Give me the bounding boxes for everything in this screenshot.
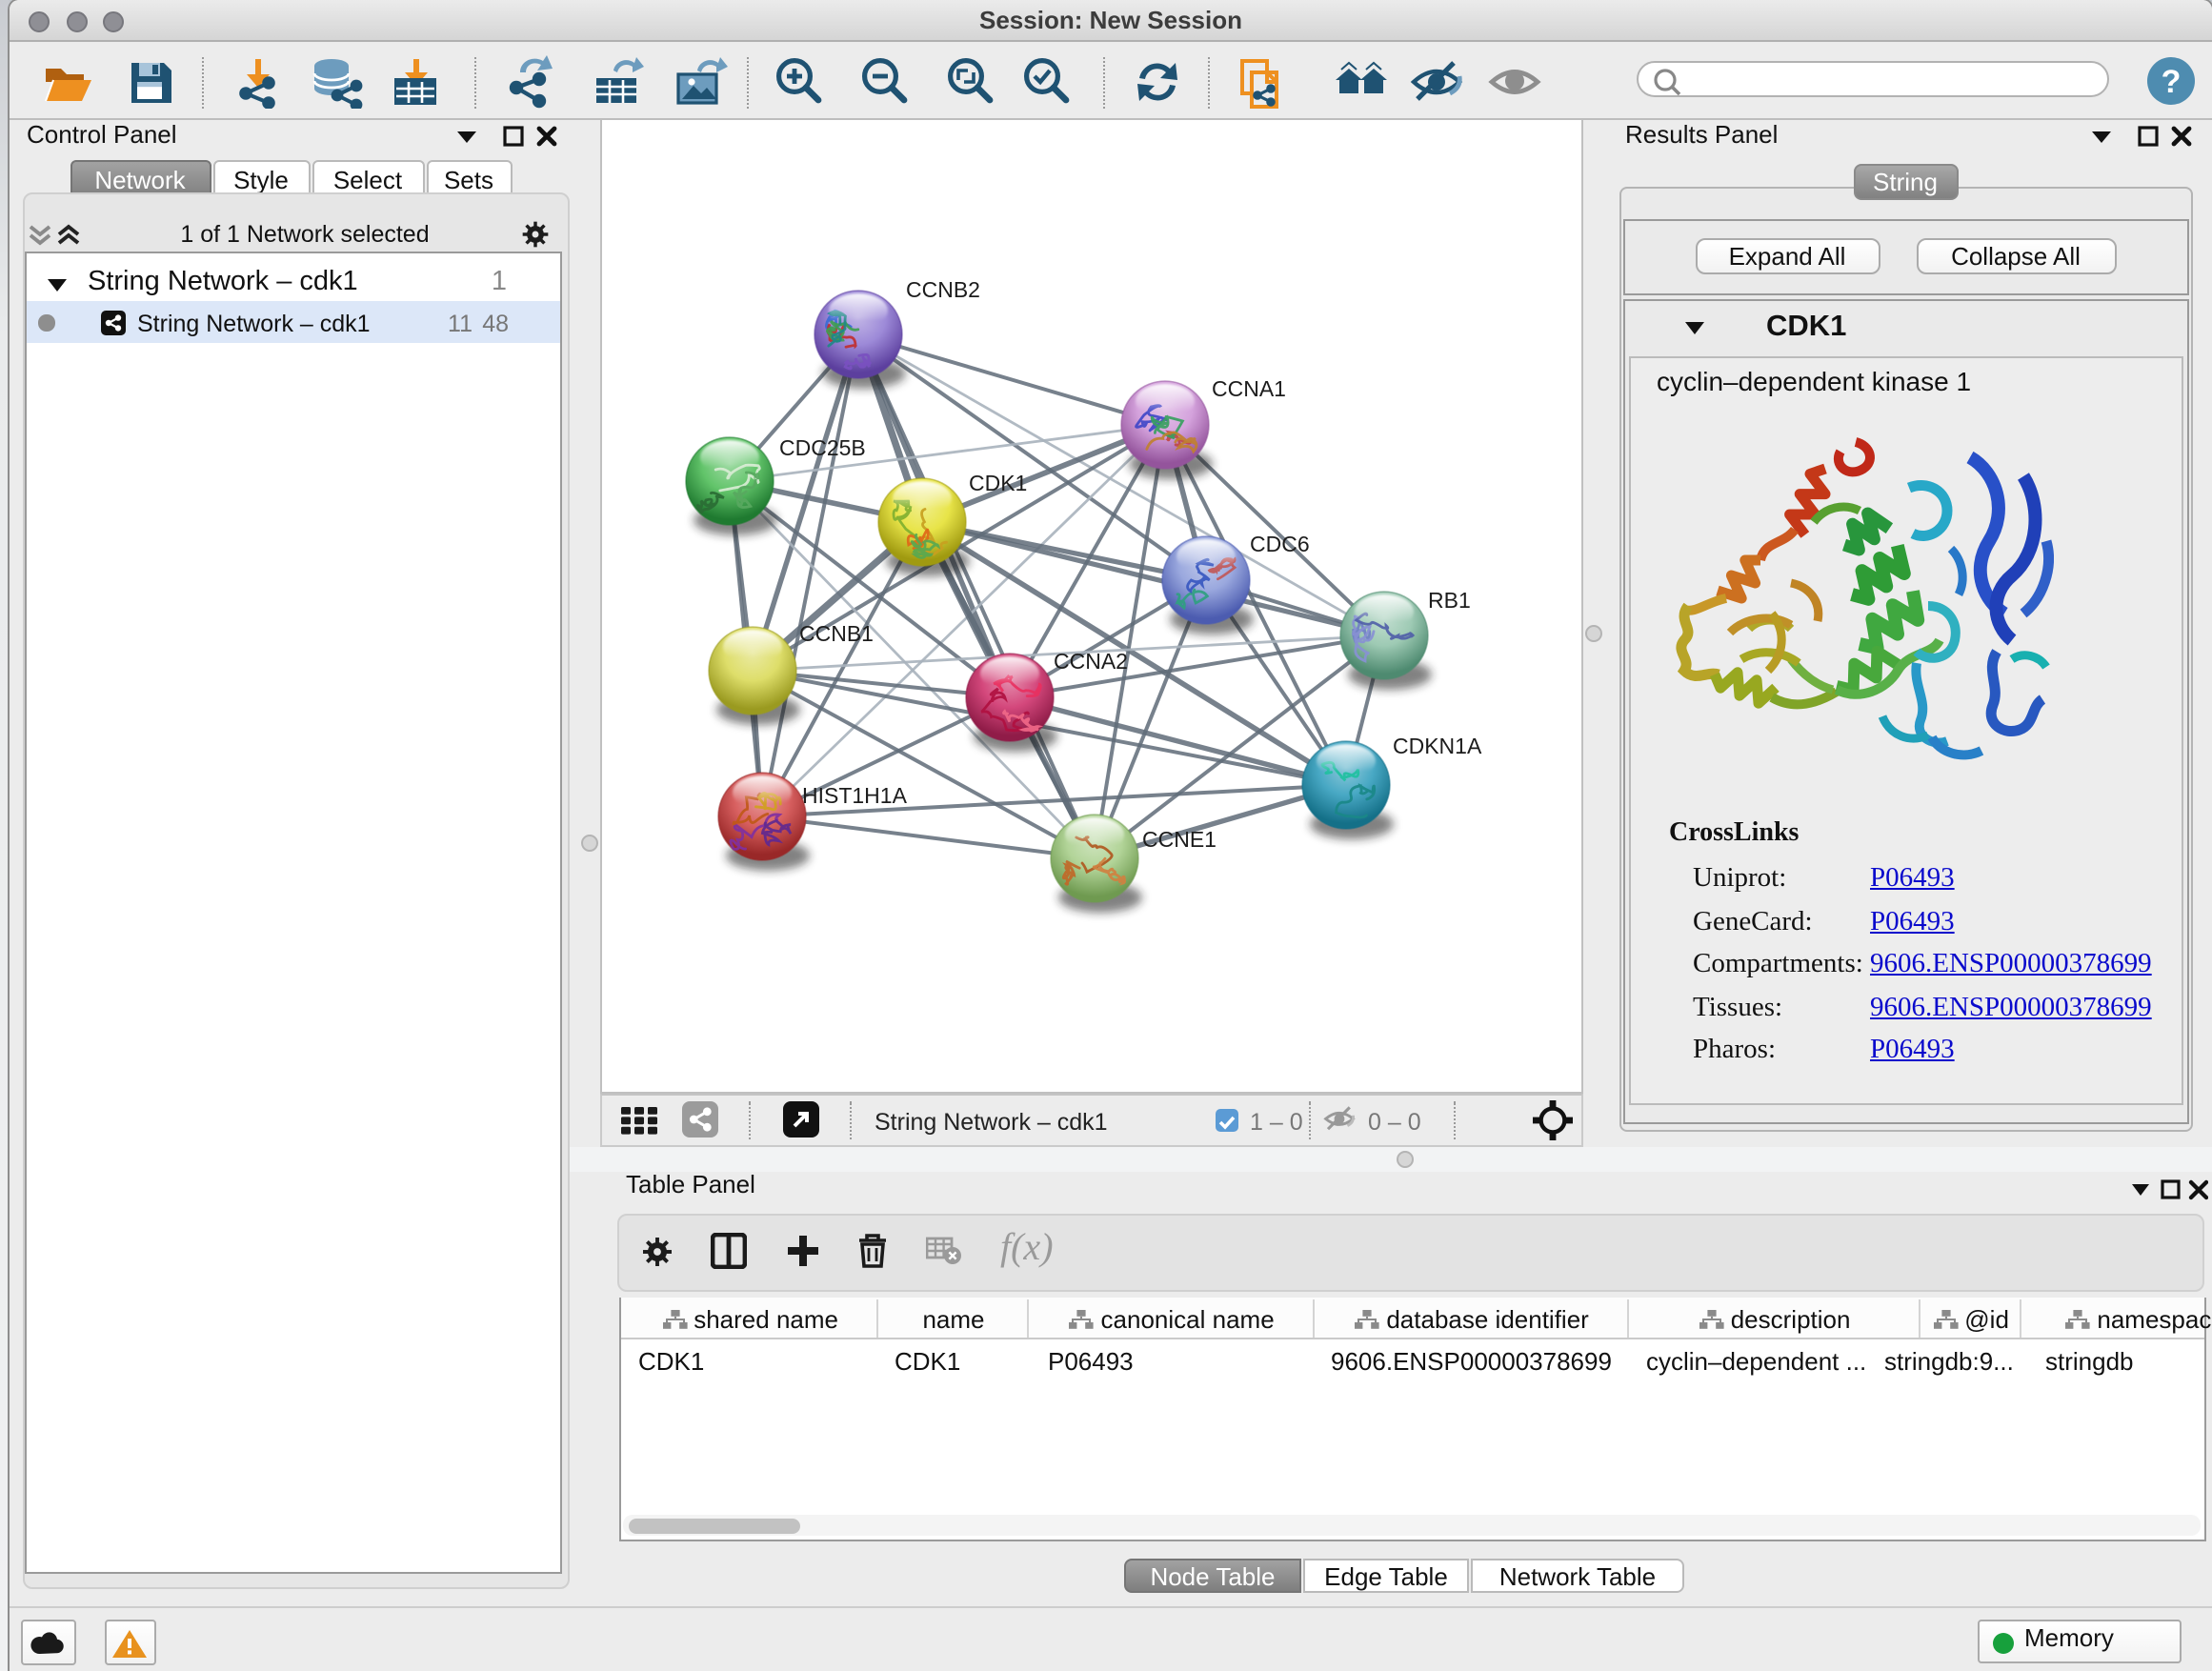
svg-text:CDC6: CDC6: [1250, 532, 1310, 556]
svg-text:CCNB2: CCNB2: [906, 277, 980, 302]
svg-text:CCNA1: CCNA1: [1212, 376, 1286, 401]
svg-text:CCNA2: CCNA2: [1054, 649, 1128, 674]
svg-text:CDK1: CDK1: [969, 471, 1027, 495]
svg-text:CDKN1A: CDKN1A: [1393, 734, 1482, 758]
svg-text:?: ?: [2162, 63, 2182, 99]
svg-text:CDC25B: CDC25B: [779, 435, 866, 460]
svg-text:RB1: RB1: [1428, 588, 1471, 613]
svg-text:HIST1H1A: HIST1H1A: [802, 783, 908, 808]
svg-text:CCNE1: CCNE1: [1142, 827, 1217, 852]
svg-text:CCNB1: CCNB1: [799, 621, 874, 646]
